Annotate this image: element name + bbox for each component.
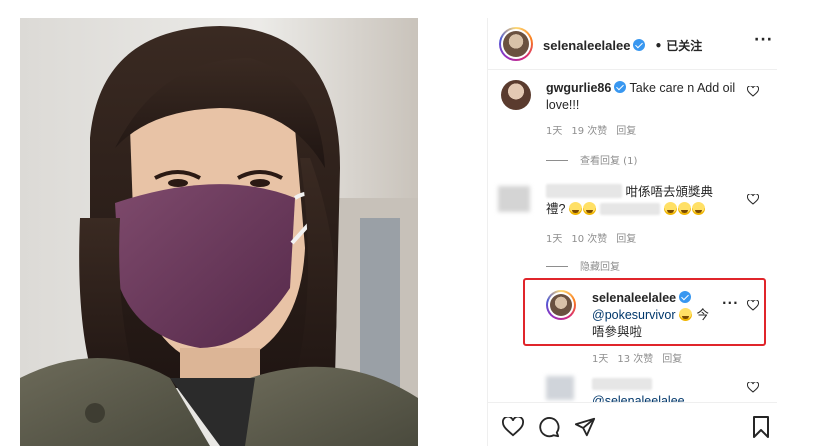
reply-button[interactable]: 回复: [616, 126, 636, 137]
comment-text: 咁係唔去頒獎典: [625, 185, 713, 199]
crying-emoji-icon: [582, 202, 596, 215]
comment-time: 1天: [546, 126, 563, 137]
post-header: selenaleelalee • 已关注 ···: [488, 18, 777, 70]
verified-badge-icon: [633, 39, 646, 51]
woman-in-mask-image: [20, 18, 418, 446]
reply-button[interactable]: 回复: [662, 354, 682, 365]
blurred-text: [600, 203, 661, 215]
commenter-avatar[interactable]: [498, 186, 530, 212]
reply-time: 1天: [592, 354, 609, 365]
reply-author-avatar[interactable]: [546, 376, 574, 400]
bookmark-icon[interactable]: [752, 416, 770, 438]
highlight-box: [523, 278, 766, 346]
heart-icon[interactable]: [747, 194, 759, 205]
author-username[interactable]: selenaleelalee: [543, 38, 630, 53]
author-avatar[interactable]: [499, 27, 533, 61]
blurred-username: [592, 378, 652, 390]
like-heart-icon[interactable]: [502, 417, 524, 437]
comment-text-continued: 禮?: [546, 202, 566, 216]
verified-badge-icon: [614, 81, 627, 93]
post-action-bar: [488, 402, 777, 446]
reply-button[interactable]: 回复: [616, 234, 636, 245]
share-icon[interactable]: [574, 416, 596, 438]
reply-likes[interactable]: 13 次赞: [617, 354, 653, 365]
comment-text-continued: love!!!: [546, 98, 580, 112]
follow-status-button[interactable]: 已关注: [666, 39, 702, 53]
comment-time: 1天: [546, 234, 563, 245]
blurred-username: [546, 184, 622, 198]
crying-emoji-icon: [677, 202, 691, 215]
comments-panel: selenaleelalee • 已关注 ··· gwgurlie86 Take …: [487, 18, 777, 446]
crying-emoji-icon: [568, 202, 582, 215]
commenter-username[interactable]: gwgurlie86: [546, 81, 611, 95]
crying-emoji-icon: [663, 202, 677, 215]
comment-text: Take care n Add oil: [629, 81, 736, 95]
comment-icon[interactable]: [538, 416, 560, 438]
heart-icon[interactable]: [747, 382, 759, 393]
hide-replies-toggle[interactable]: 隐藏回复: [546, 258, 620, 273]
view-replies-toggle[interactable]: 查看回复 (1): [546, 152, 637, 167]
heart-icon[interactable]: [747, 86, 759, 97]
separator-dot: •: [654, 39, 663, 53]
post-photo: [20, 18, 418, 446]
comment-likes[interactable]: 19 次赞: [571, 126, 607, 137]
commenter-avatar[interactable]: [501, 80, 531, 110]
comment-likes[interactable]: 10 次赞: [571, 234, 607, 245]
crying-emoji-icon: [691, 202, 705, 215]
more-horizontal-icon[interactable]: ···: [754, 32, 773, 48]
